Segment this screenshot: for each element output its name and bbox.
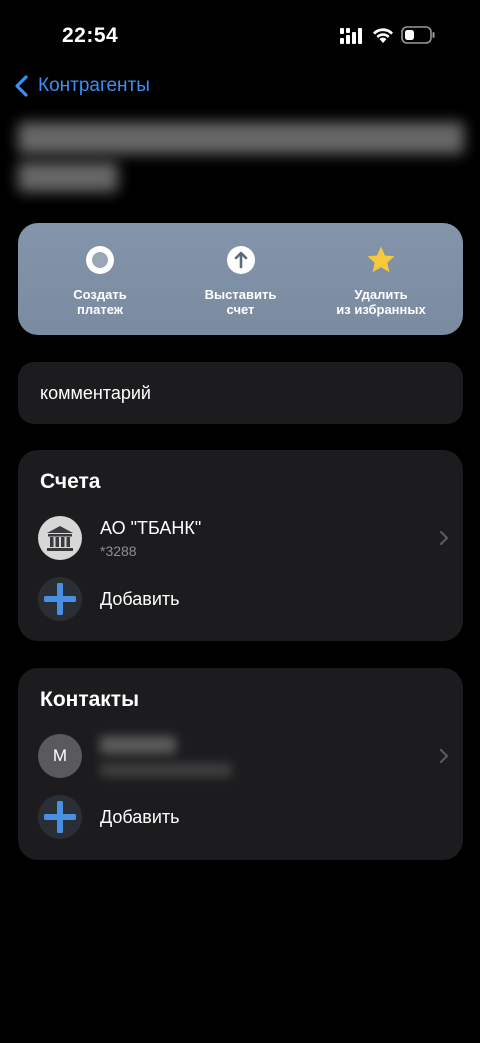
circle-icon [86, 246, 114, 274]
chevron-right-icon [439, 530, 449, 546]
contact-name-redacted [100, 735, 176, 754]
comment-field[interactable]: комментарий [18, 362, 463, 424]
back-button[interactable]: Контрагенты [12, 72, 150, 100]
plus-icon [38, 577, 82, 621]
contacts-title: Контакты [40, 688, 140, 711]
chevron-left-icon [15, 75, 28, 97]
add-contact-text: Добавить [100, 807, 180, 828]
bank-building-icon [47, 526, 73, 551]
chevron-right-icon [439, 748, 449, 764]
issue-invoice-label: Выставить счет [204, 287, 277, 317]
avatar: М [38, 734, 82, 778]
contact-phone-redacted [100, 762, 232, 777]
counterparty-name-redacted [18, 122, 464, 154]
add-account-button[interactable]: Добавить [38, 575, 450, 623]
account-row[interactable]: АО "ТБАНК" *3288 [38, 514, 450, 562]
star-icon [367, 246, 395, 273]
wifi-icon [373, 28, 393, 43]
cellular-signal-icon [340, 28, 362, 44]
contact-text [100, 735, 232, 777]
battery-icon [401, 26, 435, 44]
bank-icon [38, 516, 82, 560]
account-text: АО "ТБАНК" *3288 [100, 518, 201, 559]
accounts-title: Счета [40, 470, 101, 493]
account-number: *3288 [100, 542, 137, 559]
avatar-initial: М [52, 746, 68, 765]
quick-actions-card: Создать платеж Выставить счет Удалить из… [18, 223, 463, 335]
add-contact-label: Добавить [100, 806, 180, 827]
plus-glyph-icon [44, 583, 76, 615]
counterparty-name-redacted-2 [18, 162, 118, 192]
plus-icon [38, 795, 82, 839]
account-bank-name: АО "ТБАНК" [100, 517, 202, 538]
arrow-up-circle-icon [226, 246, 255, 274]
add-contact-button[interactable]: Добавить [38, 793, 450, 841]
add-account-label: Добавить [100, 588, 180, 609]
issue-invoice-button[interactable]: Выставить счет [171, 223, 311, 335]
comment-text: комментарий [40, 382, 151, 403]
status-bar: 22:54 [0, 0, 480, 70]
create-payment-button[interactable]: Создать платеж [30, 223, 170, 335]
accounts-section: Счета АО "ТБАНК" *3288 Добавить [18, 450, 463, 641]
back-label: Контрагенты [38, 75, 150, 96]
plus-glyph-icon [44, 801, 76, 833]
remove-favorite-button[interactable]: Удалить из избранных [311, 223, 451, 335]
screen: 22:54 Контрагенты Создать платеж Выстави… [0, 0, 480, 1043]
contact-row[interactable]: М [38, 732, 450, 780]
contacts-section: Контакты М Добавить [18, 668, 463, 860]
add-account-text: Добавить [100, 589, 180, 610]
remove-favorite-label: Удалить из избранных [336, 287, 426, 317]
create-payment-label: Создать платеж [73, 287, 127, 317]
status-time: 22:54 [62, 24, 119, 47]
